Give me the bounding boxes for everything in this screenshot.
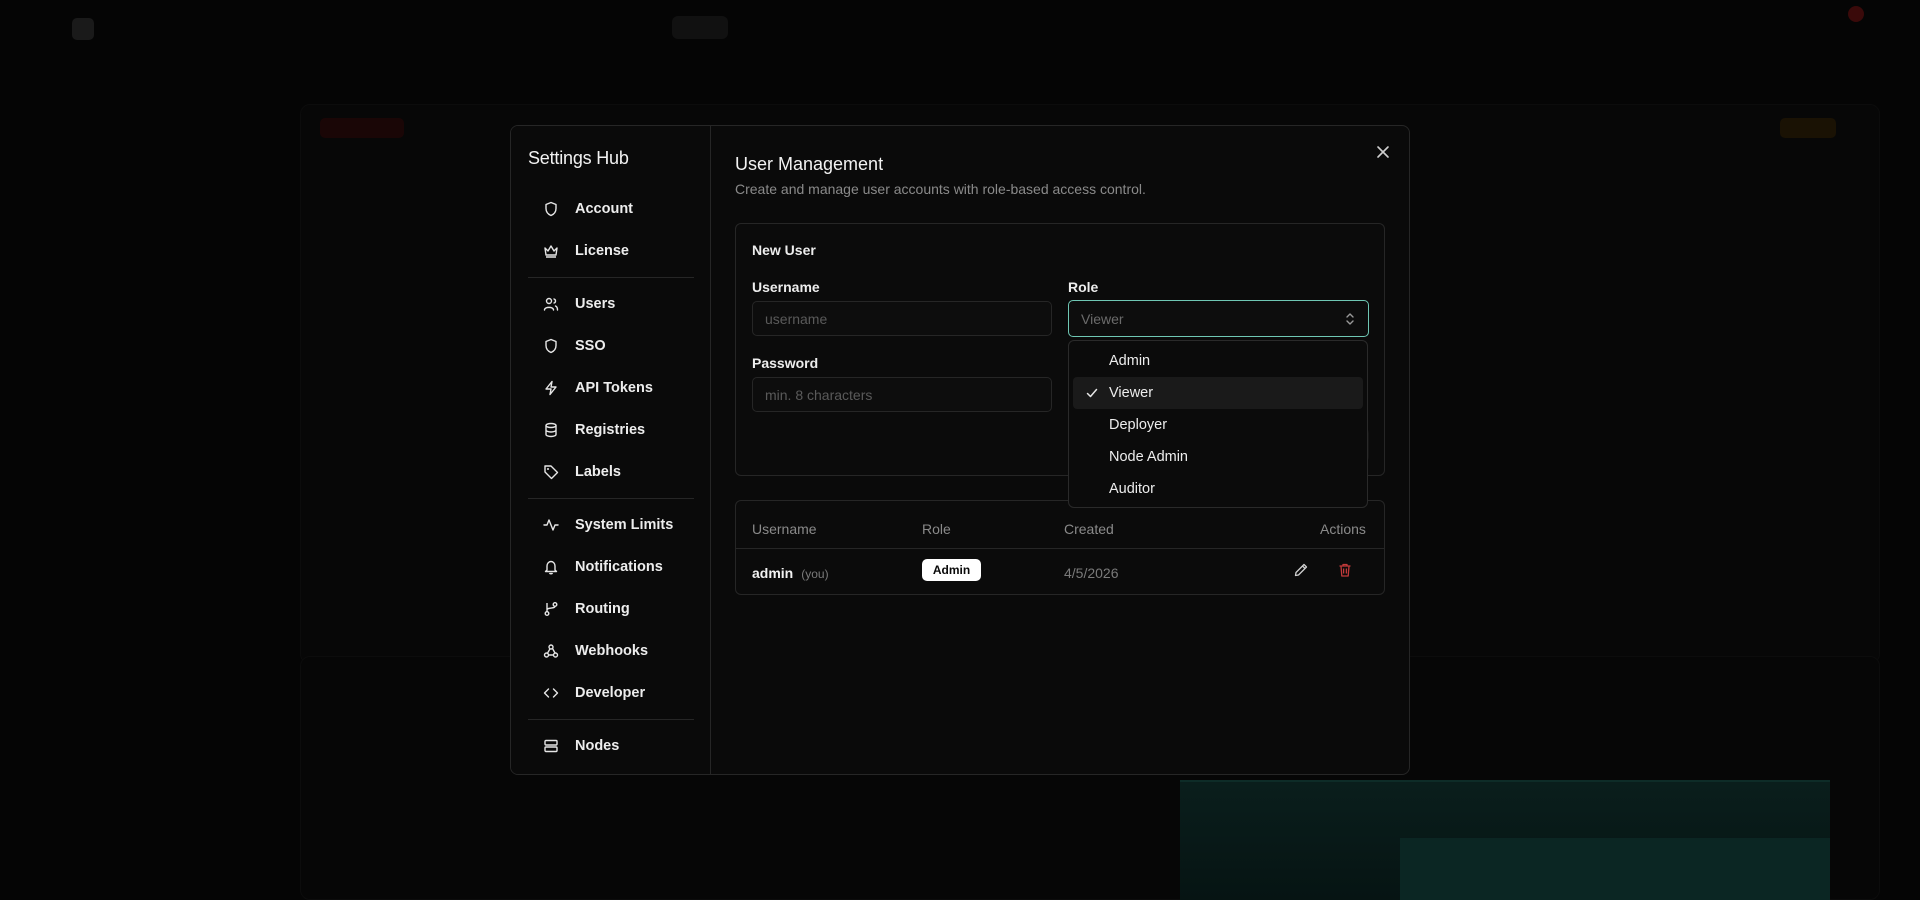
shield-icon xyxy=(545,338,557,354)
page-title: User Management xyxy=(735,154,884,174)
user-cell: admin (you) xyxy=(752,565,829,581)
column-header-role: Role xyxy=(922,521,951,537)
role-select[interactable]: Viewer xyxy=(1068,300,1369,337)
column-header-username: Username xyxy=(752,521,817,537)
background-orange-chip xyxy=(1780,118,1836,138)
sidebar-item-label: Nodes xyxy=(575,738,620,754)
sidebar-item-registries[interactable]: Registries xyxy=(528,409,694,451)
sidebar-item-webhooks[interactable]: Webhooks xyxy=(528,630,694,672)
sidebar-item-label: Routing xyxy=(575,601,630,617)
background-logo xyxy=(72,18,94,40)
password-input[interactable] xyxy=(752,377,1052,412)
sidebar-item-label: SSO xyxy=(575,338,606,354)
column-header-created: Created xyxy=(1064,521,1114,537)
close-button[interactable] xyxy=(1373,142,1393,162)
sidebar-item-label: Webhooks xyxy=(575,643,649,659)
sidebar-item-label: Developer xyxy=(575,685,646,701)
sidebar-item-api-tokens[interactable]: API Tokens xyxy=(528,367,694,409)
sidebar-item-label: License xyxy=(575,243,629,259)
role-option-node-admin[interactable]: Node Admin xyxy=(1073,441,1363,473)
sidebar-item-label: System Limits xyxy=(575,517,674,533)
nav-divider xyxy=(528,277,694,278)
role-badge: Admin xyxy=(922,559,981,581)
role-option-label: Deployer xyxy=(1109,417,1168,433)
sidebar-item-label: Account xyxy=(575,201,633,217)
password-label: Password xyxy=(752,355,819,371)
username-label: Username xyxy=(752,279,820,295)
created-date: 4/5/2026 xyxy=(1064,565,1119,581)
crown-icon xyxy=(544,245,558,258)
sidebar-item-notifications[interactable]: Notifications xyxy=(528,546,694,588)
delete-user-button[interactable] xyxy=(1336,561,1354,579)
role-option-auditor[interactable]: Auditor xyxy=(1073,473,1363,505)
table-header-divider xyxy=(736,548,1384,549)
new-user-title: New User xyxy=(752,242,816,258)
role-option-viewer[interactable]: Viewer xyxy=(1073,377,1363,409)
sidebar-item-license[interactable]: License xyxy=(528,230,694,272)
settings-hub-title: Settings Hub xyxy=(528,148,629,168)
role-option-label: Node Admin xyxy=(1109,449,1188,465)
username-value: admin xyxy=(752,565,794,581)
sidebar-item-label: API Tokens xyxy=(575,380,653,396)
background-red-chip xyxy=(320,118,404,138)
edit-user-button[interactable] xyxy=(1292,561,1310,579)
sidebar-item-labels[interactable]: Labels xyxy=(528,451,694,493)
bolt-icon xyxy=(545,380,557,396)
sidebar-item-sso[interactable]: SSO xyxy=(528,325,694,367)
database-icon xyxy=(545,422,557,438)
role-option-label: Viewer xyxy=(1109,385,1154,401)
sidebar-item-routing[interactable]: Routing xyxy=(528,588,694,630)
background-nav xyxy=(672,16,1027,39)
role-option-deployer[interactable]: Deployer xyxy=(1073,409,1363,441)
role-label: Role xyxy=(1068,279,1099,295)
code-icon xyxy=(543,688,559,698)
current-user-tag: (you) xyxy=(801,567,829,581)
activity-icon xyxy=(543,519,559,531)
chevron-up-down-icon xyxy=(1346,312,1354,325)
role-dropdown-menu: Admin Viewer Deployer Node Admin Auditor xyxy=(1068,340,1368,508)
sidebar-item-label: Registries xyxy=(575,422,646,438)
settings-nav: Account License Users SSO API Tokens Registri… xyxy=(528,188,694,767)
role-select-value: Viewer xyxy=(1081,310,1124,327)
settings-sidebar: Settings Hub Account License Users SSO API T… xyxy=(511,126,711,774)
check-icon xyxy=(1086,388,1098,398)
page-description: Create and manage user accounts with rol… xyxy=(735,181,1146,197)
trash-icon xyxy=(1339,563,1351,577)
background-chart-area-2 xyxy=(1400,838,1830,900)
background-notification-badge xyxy=(1848,6,1864,22)
role-option-label: Auditor xyxy=(1109,481,1155,497)
server-icon xyxy=(544,739,558,753)
column-header-actions: Actions xyxy=(1320,521,1366,537)
git-branch-icon xyxy=(544,602,558,616)
tag-icon xyxy=(544,465,559,480)
bell-icon xyxy=(544,560,558,575)
nav-divider xyxy=(528,498,694,499)
pencil-icon xyxy=(1294,563,1308,577)
sidebar-item-developer[interactable]: Developer xyxy=(528,672,694,714)
sidebar-item-label: Notifications xyxy=(575,559,663,575)
sidebar-item-label: Labels xyxy=(575,464,621,480)
sidebar-item-system-limits[interactable]: System Limits xyxy=(528,504,694,546)
users-icon xyxy=(543,297,559,311)
close-icon xyxy=(1377,146,1389,158)
role-option-label: Admin xyxy=(1109,353,1151,369)
shield-icon xyxy=(545,201,557,217)
webhook-icon xyxy=(543,644,559,658)
sidebar-item-nodes[interactable]: Nodes xyxy=(528,725,694,767)
users-table: Username Role Created Actions admin (you)… xyxy=(735,500,1385,595)
sidebar-item-users[interactable]: Users xyxy=(528,283,694,325)
username-input[interactable] xyxy=(752,301,1052,336)
sidebar-item-label: Users xyxy=(575,296,616,312)
nav-divider xyxy=(528,719,694,720)
role-option-admin[interactable]: Admin xyxy=(1073,345,1363,377)
background-sidebar xyxy=(0,56,250,900)
sidebar-item-account[interactable]: Account xyxy=(528,188,694,230)
background-topbar xyxy=(0,0,1920,56)
